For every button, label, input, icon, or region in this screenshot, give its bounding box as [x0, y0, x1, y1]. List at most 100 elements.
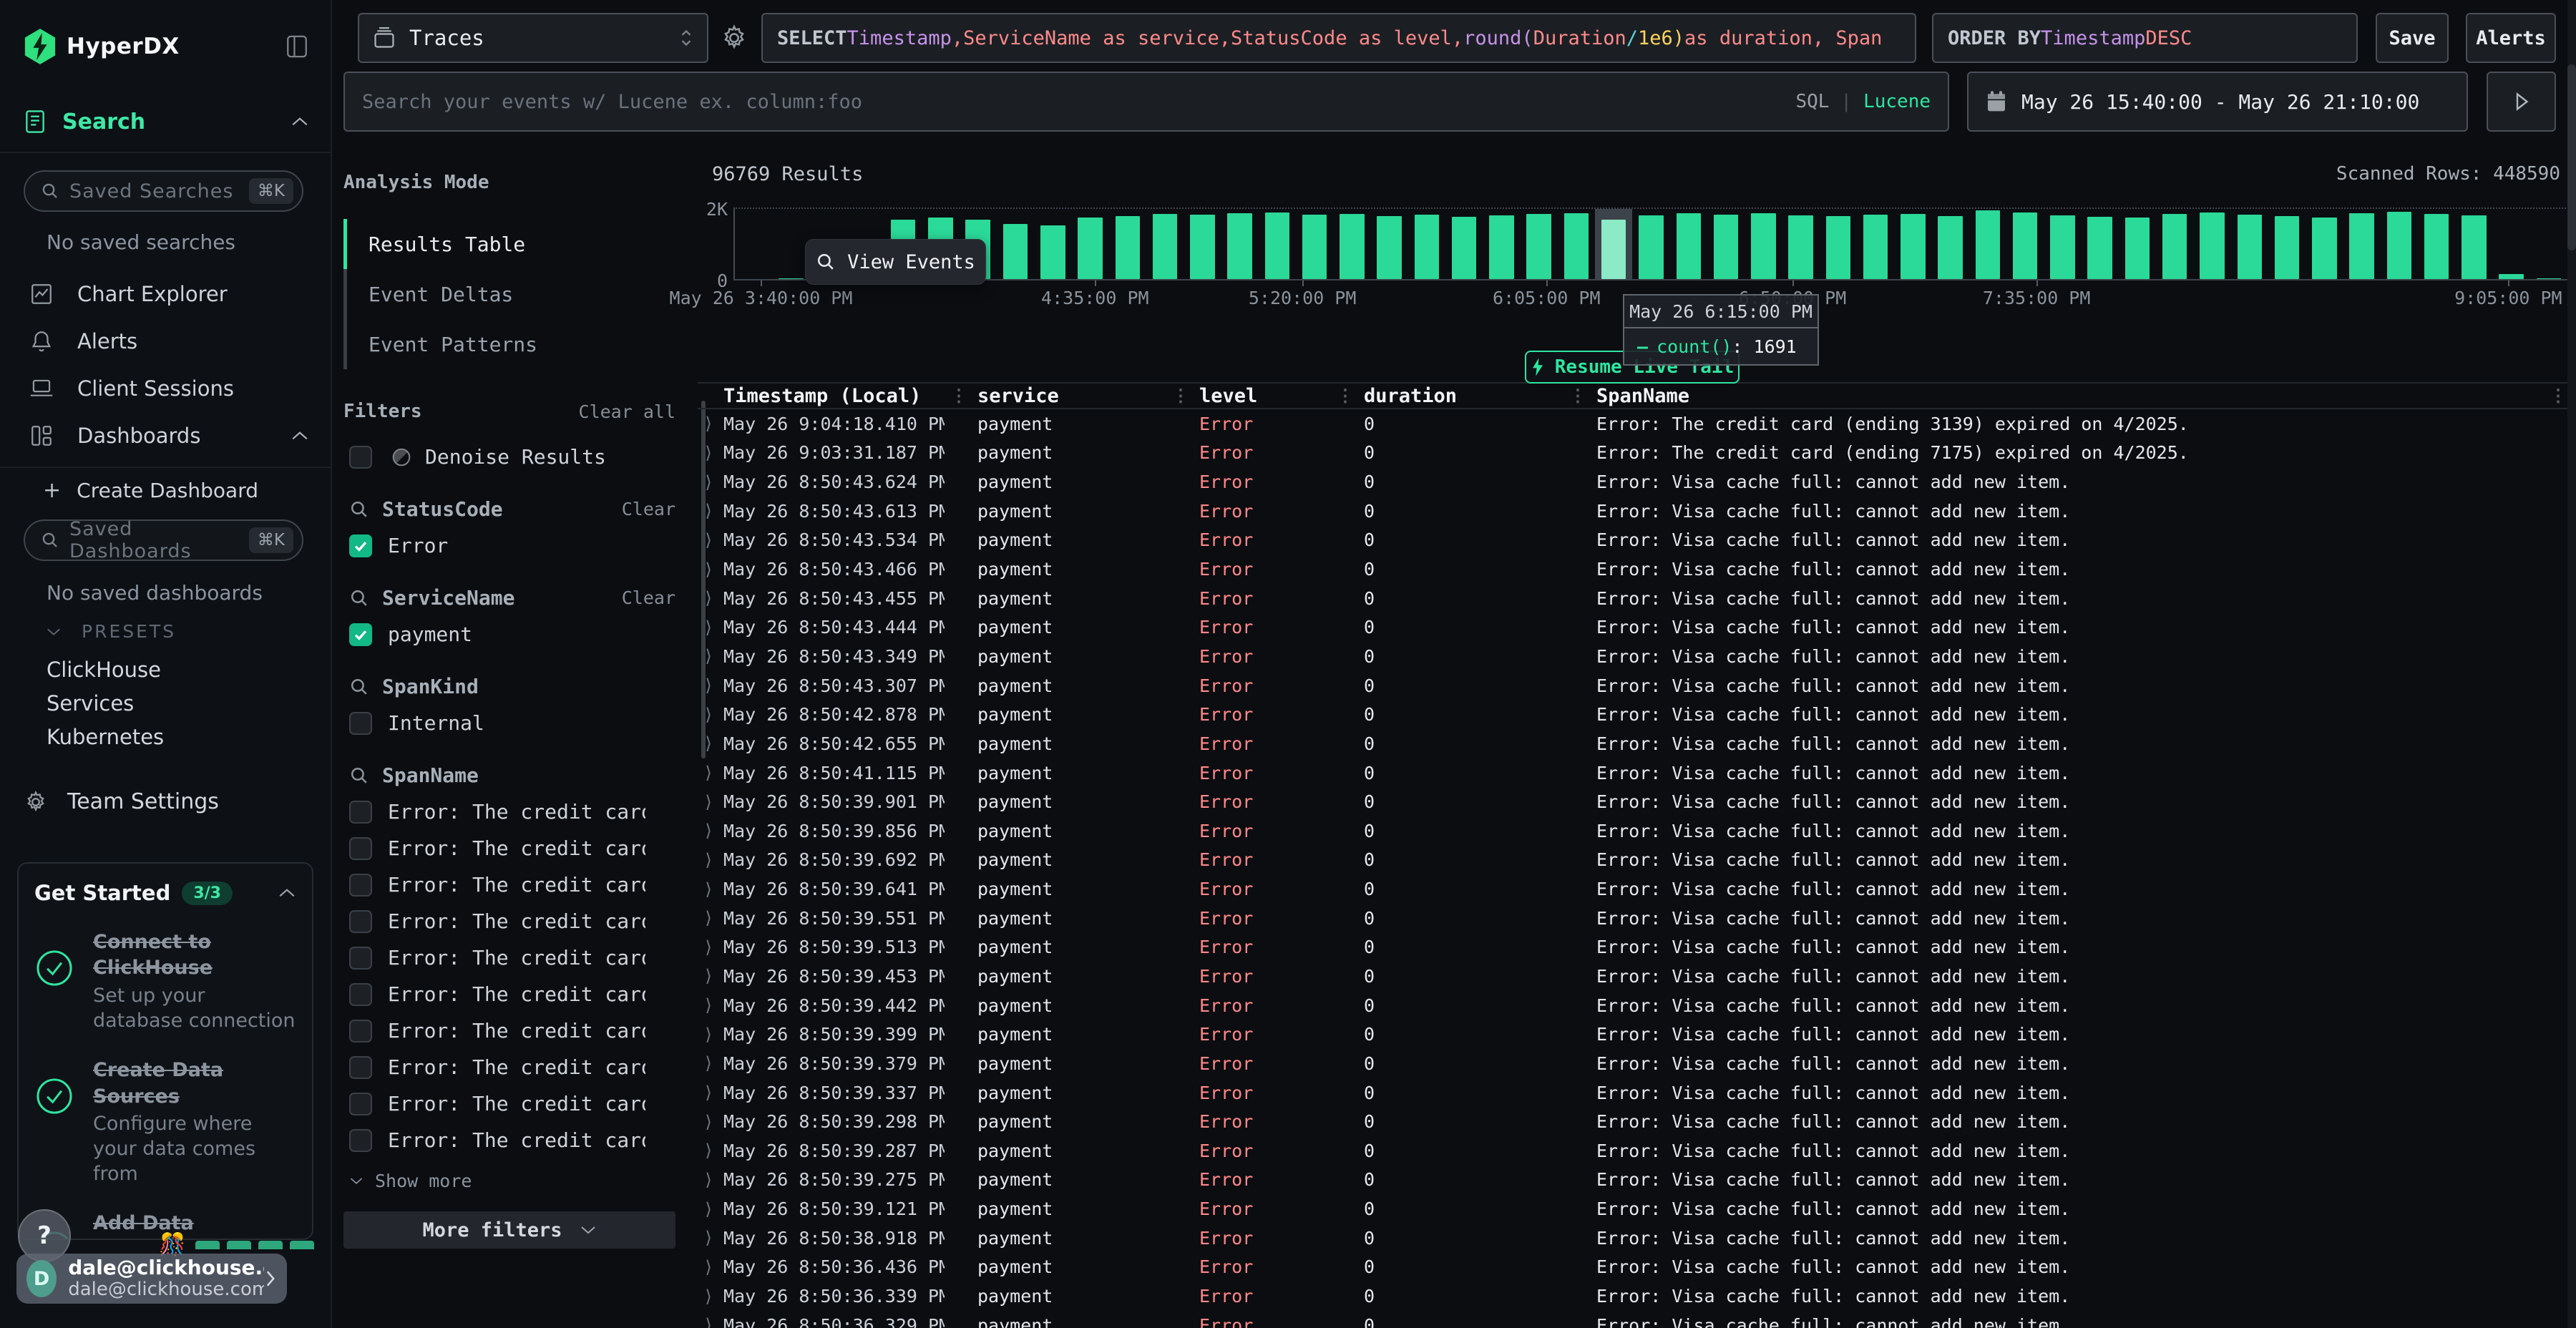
table-row[interactable]: ⟩ May 26 8:50:39.442 PM payment Error 0 …: [698, 991, 2569, 1020]
page-scrollbar[interactable]: [2567, 0, 2576, 1328]
preset-item-kubernetes[interactable]: Kubernetes: [0, 720, 331, 753]
facet-option[interactable]: Error: The credit card …: [343, 800, 675, 824]
histogram-bar[interactable]: [772, 209, 809, 279]
row-expand-chevron[interactable]: ⟩: [698, 821, 719, 841]
table-row[interactable]: ⟩ May 26 8:50:42.655 PM payment Error 0 …: [698, 729, 2569, 758]
col-header-duration[interactable]: duration: [1360, 385, 1563, 407]
checkbox-checked[interactable]: [349, 534, 372, 557]
mode-tab-results-table[interactable]: Results Table: [343, 219, 675, 269]
show-more-button[interactable]: Show more: [343, 1171, 675, 1191]
row-expand-chevron[interactable]: ⟩: [698, 1257, 719, 1277]
histogram-bar[interactable]: [2044, 209, 2081, 279]
checkbox-unchecked[interactable]: [349, 1129, 372, 1152]
histogram-bar[interactable]: [2306, 209, 2343, 279]
facet-clear-button[interactable]: Clear: [622, 499, 675, 519]
row-expand-chevron[interactable]: ⟩: [698, 763, 719, 783]
histogram-bar[interactable]: [1894, 209, 1931, 279]
toggle-sql[interactable]: SQL: [1795, 91, 1829, 112]
table-row[interactable]: ⟩ May 26 8:50:39.641 PM payment Error 0 …: [698, 874, 2569, 904]
facet-option[interactable]: Internal: [343, 711, 675, 735]
table-row[interactable]: ⟩ May 26 8:50:39.337 PM payment Error 0 …: [698, 1078, 2569, 1108]
alerts-button[interactable]: Alerts: [2466, 13, 2556, 63]
row-expand-chevron[interactable]: ⟩: [698, 966, 719, 986]
checkbox-unchecked[interactable]: [349, 1020, 372, 1043]
preset-item-services[interactable]: Services: [0, 686, 331, 720]
row-expand-chevron[interactable]: ⟩: [698, 1170, 719, 1190]
date-range-picker[interactable]: May 26 15:40:00 - May 26 21:10:00: [1967, 72, 2468, 132]
row-expand-chevron[interactable]: ⟩: [698, 472, 719, 492]
facet-option[interactable]: Error: [343, 534, 675, 557]
histogram-bar[interactable]: [2455, 209, 2492, 279]
facet-option[interactable]: Error: The credit card …: [343, 873, 675, 897]
search-input[interactable]: Search your events w/ Lucene ex. column:…: [343, 72, 1949, 132]
row-expand-chevron[interactable]: ⟩: [698, 1228, 719, 1248]
column-resize-handle[interactable]: ⋮: [1166, 387, 1195, 404]
histogram-bar[interactable]: [1296, 209, 1333, 279]
checkbox-unchecked[interactable]: [349, 1093, 372, 1115]
histogram-bar[interactable]: [1445, 209, 1483, 279]
preset-item-clickhouse[interactable]: ClickHouse: [0, 653, 331, 686]
histogram-bar[interactable]: [1558, 209, 1595, 279]
histogram-bar[interactable]: [2006, 209, 2044, 279]
histogram-bar[interactable]: [1184, 209, 1221, 279]
row-expand-chevron[interactable]: ⟩: [698, 1199, 719, 1219]
more-filters-button[interactable]: More filters: [343, 1211, 675, 1249]
histogram-bar[interactable]: [2418, 209, 2455, 279]
get-started-item[interactable]: Create Data SourcesConfigure where your …: [34, 1058, 296, 1186]
row-expand-chevron[interactable]: ⟩: [698, 646, 719, 666]
row-expand-chevron[interactable]: ⟩: [698, 1286, 719, 1307]
sidebar-item-chart-explorer[interactable]: Chart Explorer: [0, 270, 331, 318]
row-expand-chevron[interactable]: ⟩: [698, 733, 719, 753]
histogram-bar[interactable]: [1595, 209, 1632, 279]
row-expand-chevron[interactable]: ⟩: [698, 995, 719, 1015]
run-query-button[interactable]: [2487, 72, 2556, 132]
table-row[interactable]: ⟩ May 26 8:50:39.692 PM payment Error 0 …: [698, 846, 2569, 875]
col-header-spanname[interactable]: SpanName: [1592, 385, 2547, 407]
row-expand-chevron[interactable]: ⟩: [698, 1141, 719, 1161]
histogram-bar[interactable]: [1221, 209, 1258, 279]
table-row[interactable]: ⟩ May 26 9:03:31.187 PM payment Error 0 …: [698, 439, 2569, 468]
table-row[interactable]: ⟩ May 26 8:50:39.513 PM payment Error 0 …: [698, 933, 2569, 962]
table-row[interactable]: ⟩ May 26 8:50:36.329 PM payment Error 0 …: [698, 1311, 2569, 1328]
saved-dashboards-input[interactable]: Saved Dashboards ⌘K: [24, 519, 303, 561]
checkbox-unchecked[interactable]: [349, 837, 372, 860]
histogram-bar[interactable]: [1969, 209, 2006, 279]
checkbox-unchecked[interactable]: [349, 983, 372, 1006]
table-row[interactable]: ⟩ May 26 8:50:39.287 PM payment Error 0 …: [698, 1136, 2569, 1166]
col-header-level[interactable]: level: [1195, 385, 1331, 407]
row-expand-chevron[interactable]: ⟩: [698, 937, 719, 957]
col-header-timestamp[interactable]: Timestamp (Local): [719, 385, 945, 407]
histogram-bar[interactable]: [1782, 209, 1819, 279]
histogram-bar[interactable]: [2530, 209, 2567, 279]
facet-option[interactable]: Error: The credit card …: [343, 982, 675, 1006]
histogram-bar[interactable]: [1333, 209, 1370, 279]
toggle-lucene[interactable]: Lucene: [1863, 91, 1931, 112]
facet-option[interactable]: Error: The credit card …: [343, 1055, 675, 1079]
histogram-bar[interactable]: [1521, 209, 1558, 279]
row-expand-chevron[interactable]: ⟩: [698, 1083, 719, 1103]
sidebar-item-search[interactable]: Search: [24, 109, 309, 135]
sidebar-item-client-sessions[interactable]: Client Sessions: [0, 365, 331, 412]
user-menu[interactable]: D dale@clickhouse.com dale@clickhouse.co…: [16, 1254, 287, 1304]
table-row[interactable]: ⟩ May 26 8:50:43.613 PM payment Error 0 …: [698, 497, 2569, 526]
checkbox-checked[interactable]: [349, 623, 372, 646]
histogram-bar[interactable]: [1932, 209, 1969, 279]
row-expand-chevron[interactable]: ⟩: [698, 530, 719, 550]
table-row[interactable]: ⟩ May 26 8:50:43.466 PM payment Error 0 …: [698, 555, 2569, 584]
row-expand-chevron[interactable]: ⟩: [698, 1053, 719, 1073]
row-expand-chevron[interactable]: ⟩: [698, 1025, 719, 1045]
row-expand-chevron[interactable]: ⟩: [698, 588, 719, 608]
row-expand-chevron[interactable]: ⟩: [698, 675, 719, 695]
table-row[interactable]: ⟩ May 26 8:50:39.901 PM payment Error 0 …: [698, 787, 2569, 816]
facet-option[interactable]: Error: The credit card …: [343, 909, 675, 933]
histogram-bar[interactable]: [2381, 209, 2418, 279]
table-row[interactable]: ⟩ May 26 8:50:39.453 PM payment Error 0 …: [698, 962, 2569, 991]
histogram-bar[interactable]: [2156, 209, 2193, 279]
table-row[interactable]: ⟩ May 26 9:04:18.410 PM payment Error 0 …: [698, 409, 2569, 439]
histogram-bar[interactable]: [2231, 209, 2268, 279]
source-select[interactable]: Traces: [358, 13, 708, 63]
chevron-up-icon[interactable]: [278, 887, 296, 899]
table-row[interactable]: ⟩ May 26 8:50:36.339 PM payment Error 0 …: [698, 1281, 2569, 1311]
histogram-bar[interactable]: [1071, 209, 1108, 279]
checkbox-unchecked[interactable]: [349, 446, 372, 469]
